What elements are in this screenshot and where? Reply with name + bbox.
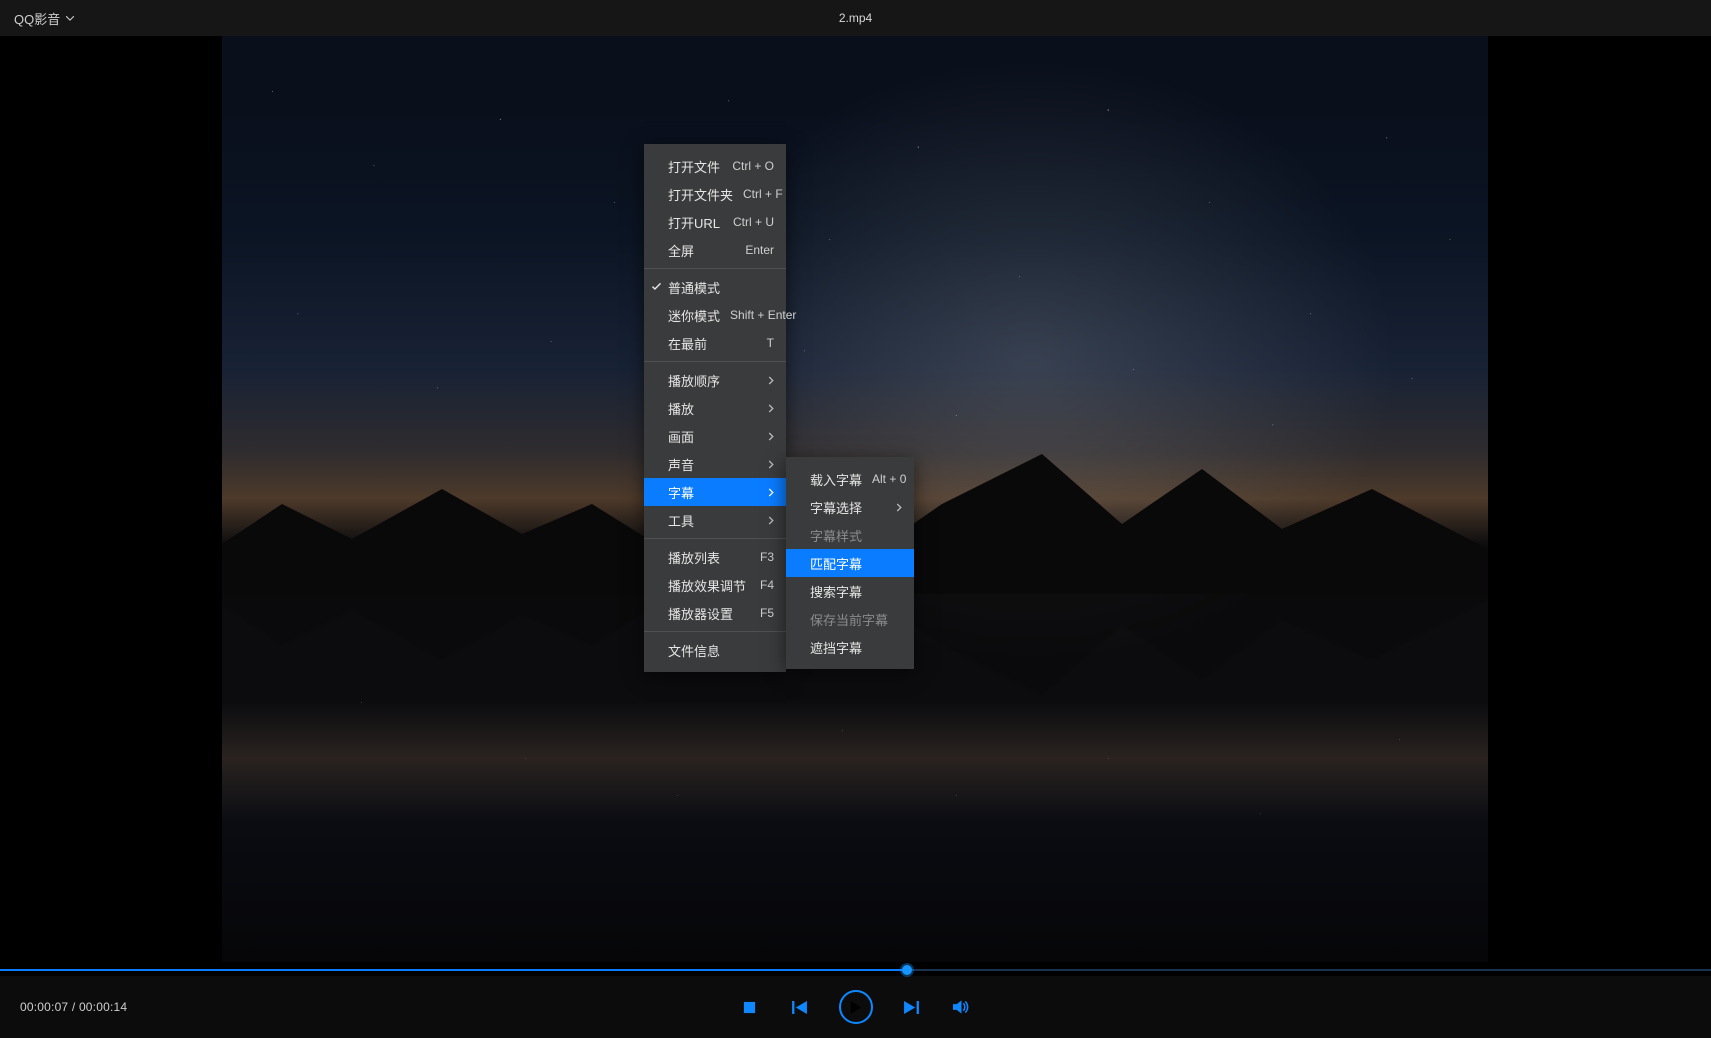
chevron-down-icon xyxy=(66,16,74,21)
subtitle-submenu-item: 保存当前字幕 xyxy=(786,605,914,633)
subtitle-submenu-item[interactable]: 载入字幕 Alt + 0 xyxy=(786,465,914,493)
context-menu-item-label: 在最前 xyxy=(668,334,757,353)
context-menu-item[interactable]: 字幕 xyxy=(644,478,786,506)
next-icon xyxy=(904,1001,919,1014)
context-menu-item[interactable]: 迷你模式Shift + Enter xyxy=(644,301,786,329)
context-menu-item-shortcut: T xyxy=(767,336,774,350)
chevron-right-icon xyxy=(768,460,774,469)
subtitle-submenu-item[interactable]: 字幕选择 xyxy=(786,493,914,521)
context-menu-item-label: 播放效果调节 xyxy=(668,576,750,595)
chevron-right-icon xyxy=(768,432,774,441)
context-menu-item-label: 声音 xyxy=(668,455,760,474)
context-menu-item[interactable]: 声音 xyxy=(644,450,786,478)
chevron-right-icon xyxy=(768,376,774,385)
context-menu-item-shortcut: F3 xyxy=(760,550,774,564)
subtitle-submenu-item-label: 遮挡字幕 xyxy=(810,638,902,657)
context-menu-separator xyxy=(644,538,786,539)
subtitle-submenu-item-label: 匹配字幕 xyxy=(810,554,902,573)
context-menu-item-label: 播放 xyxy=(668,399,760,418)
context-menu-item-shortcut: Ctrl + O xyxy=(732,159,774,173)
context-menu-item-label: 播放顺序 xyxy=(668,371,760,390)
context-menu-item[interactable]: 在最前 T xyxy=(644,329,786,357)
check-icon xyxy=(651,283,662,291)
time-total: 00:00:14 xyxy=(79,1000,127,1014)
time-current: 00:00:07 xyxy=(20,1000,68,1014)
subtitle-submenu-item-label: 字幕样式 xyxy=(810,526,902,545)
context-menu-item[interactable]: 播放 xyxy=(644,394,786,422)
subtitle-submenu-item[interactable]: 搜索字幕 xyxy=(786,577,914,605)
time-display: 00:00:07 / 00:00:14 xyxy=(20,1000,127,1014)
context-menu-item[interactable]: 打开URL Ctrl + U xyxy=(644,208,786,236)
subtitle-submenu-item-label: 载入字幕 xyxy=(810,470,862,489)
chevron-right-icon xyxy=(768,488,774,497)
chevron-right-icon xyxy=(768,516,774,525)
context-menu-item-label: 文件信息 xyxy=(668,641,774,660)
context-menu-item[interactable]: 打开文件 Ctrl + O xyxy=(644,152,786,180)
context-menu-item-label: 普通模式 xyxy=(668,278,774,297)
transport-controls xyxy=(739,990,973,1024)
stop-button[interactable] xyxy=(739,996,761,1018)
subtitle-submenu: 载入字幕 Alt + 0 字幕选择字幕样式匹配字幕搜索字幕保存当前字幕遮挡字幕 xyxy=(786,457,914,669)
play-button[interactable] xyxy=(839,990,873,1024)
subtitle-submenu-item: 字幕样式 xyxy=(786,521,914,549)
context-menu-item-shortcut: Enter xyxy=(745,243,774,257)
subtitle-submenu-item[interactable]: 匹配字幕 xyxy=(786,549,914,577)
context-menu-item[interactable]: 普通模式 xyxy=(644,273,786,301)
play-icon xyxy=(850,1001,861,1014)
context-menu-item-shortcut: F4 xyxy=(760,578,774,592)
subtitle-submenu-item[interactable]: 遮挡字幕 xyxy=(786,633,914,661)
previous-button[interactable] xyxy=(789,996,811,1018)
context-menu-separator xyxy=(644,361,786,362)
volume-icon xyxy=(953,1000,970,1014)
context-menu-separator xyxy=(644,631,786,632)
context-menu-item-shortcut: Shift + Enter xyxy=(730,308,796,322)
context-menu-item-label: 打开文件 xyxy=(668,157,722,176)
context-menu-item-label: 播放器设置 xyxy=(668,604,750,623)
subtitle-submenu-item-label: 搜索字幕 xyxy=(810,582,902,601)
context-menu-item-label: 画面 xyxy=(668,427,760,446)
subtitle-submenu-item-label: 字幕选择 xyxy=(810,498,888,517)
context-menu-separator xyxy=(644,268,786,269)
context-menu-item-label: 播放列表 xyxy=(668,548,750,567)
time-sep: / xyxy=(72,1000,79,1014)
context-menu-item[interactable]: 打开文件夹 Ctrl + F xyxy=(644,180,786,208)
volume-button[interactable] xyxy=(951,996,973,1018)
context-menu-item-label: 全屏 xyxy=(668,241,735,260)
context-menu-item[interactable]: 画面 xyxy=(644,422,786,450)
context-menu-item[interactable]: 播放器设置 F5 xyxy=(644,599,786,627)
context-menu-item-label: 打开URL xyxy=(668,213,723,232)
context-menu-item-label: 字幕 xyxy=(668,483,760,502)
context-menu-item[interactable]: 播放列表 F3 xyxy=(644,543,786,571)
next-button[interactable] xyxy=(901,996,923,1018)
progress-knob[interactable] xyxy=(902,965,912,975)
context-menu-item[interactable]: 全屏 Enter xyxy=(644,236,786,264)
context-menu-item-shortcut: Ctrl + F xyxy=(743,187,783,201)
app-menu-button[interactable]: QQ影音 xyxy=(14,9,74,28)
context-menu-item[interactable]: 工具 xyxy=(644,506,786,534)
stop-icon xyxy=(743,1001,756,1014)
title-bar: QQ影音 2.mp4 xyxy=(0,0,1711,36)
context-menu-item-shortcut: F5 xyxy=(760,606,774,620)
app-name-label: QQ影音 xyxy=(14,9,60,28)
context-menu-item[interactable]: 文件信息 xyxy=(644,636,786,664)
context-menu: 打开文件 Ctrl + O 打开文件夹 Ctrl + F 打开URL Ctrl + U 全屏… xyxy=(644,144,786,672)
context-menu-item-label: 迷你模式 xyxy=(668,306,720,325)
context-menu-item[interactable]: 播放顺序 xyxy=(644,366,786,394)
subtitle-submenu-item-shortcut: Alt + 0 xyxy=(872,472,906,486)
chevron-right-icon xyxy=(896,503,902,512)
previous-icon xyxy=(792,1001,807,1014)
context-menu-item-label: 打开文件夹 xyxy=(668,185,733,204)
subtitle-submenu-item-label: 保存当前字幕 xyxy=(810,610,902,629)
progress-bar[interactable] xyxy=(0,964,1711,976)
control-bar: 00:00:07 / 00:00:14 xyxy=(0,976,1711,1038)
context-menu-item-label: 工具 xyxy=(668,511,760,530)
chevron-right-icon xyxy=(768,404,774,413)
context-menu-item-shortcut: Ctrl + U xyxy=(733,215,774,229)
context-menu-item[interactable]: 播放效果调节 F4 xyxy=(644,571,786,599)
file-title: 2.mp4 xyxy=(839,11,872,25)
progress-played xyxy=(0,969,907,971)
